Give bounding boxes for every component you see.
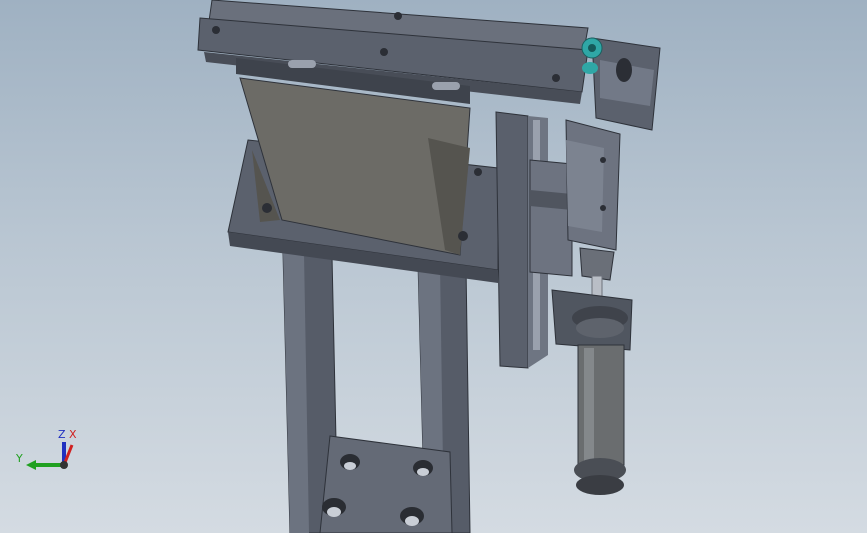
3d-viewport[interactable]: Z X Y (0, 0, 867, 533)
triad-x-label: X (69, 428, 77, 441)
end-block[interactable] (591, 37, 661, 131)
triad-z-label: Z (58, 428, 66, 441)
cad-model[interactable] (0, 0, 867, 533)
support-column[interactable] (282, 251, 471, 533)
orientation-triad: Z X Y (15, 428, 77, 470)
pneumatic-cylinder[interactable] (551, 247, 633, 495)
slide-block[interactable] (565, 119, 621, 251)
triad-y-label: Y (15, 452, 23, 465)
